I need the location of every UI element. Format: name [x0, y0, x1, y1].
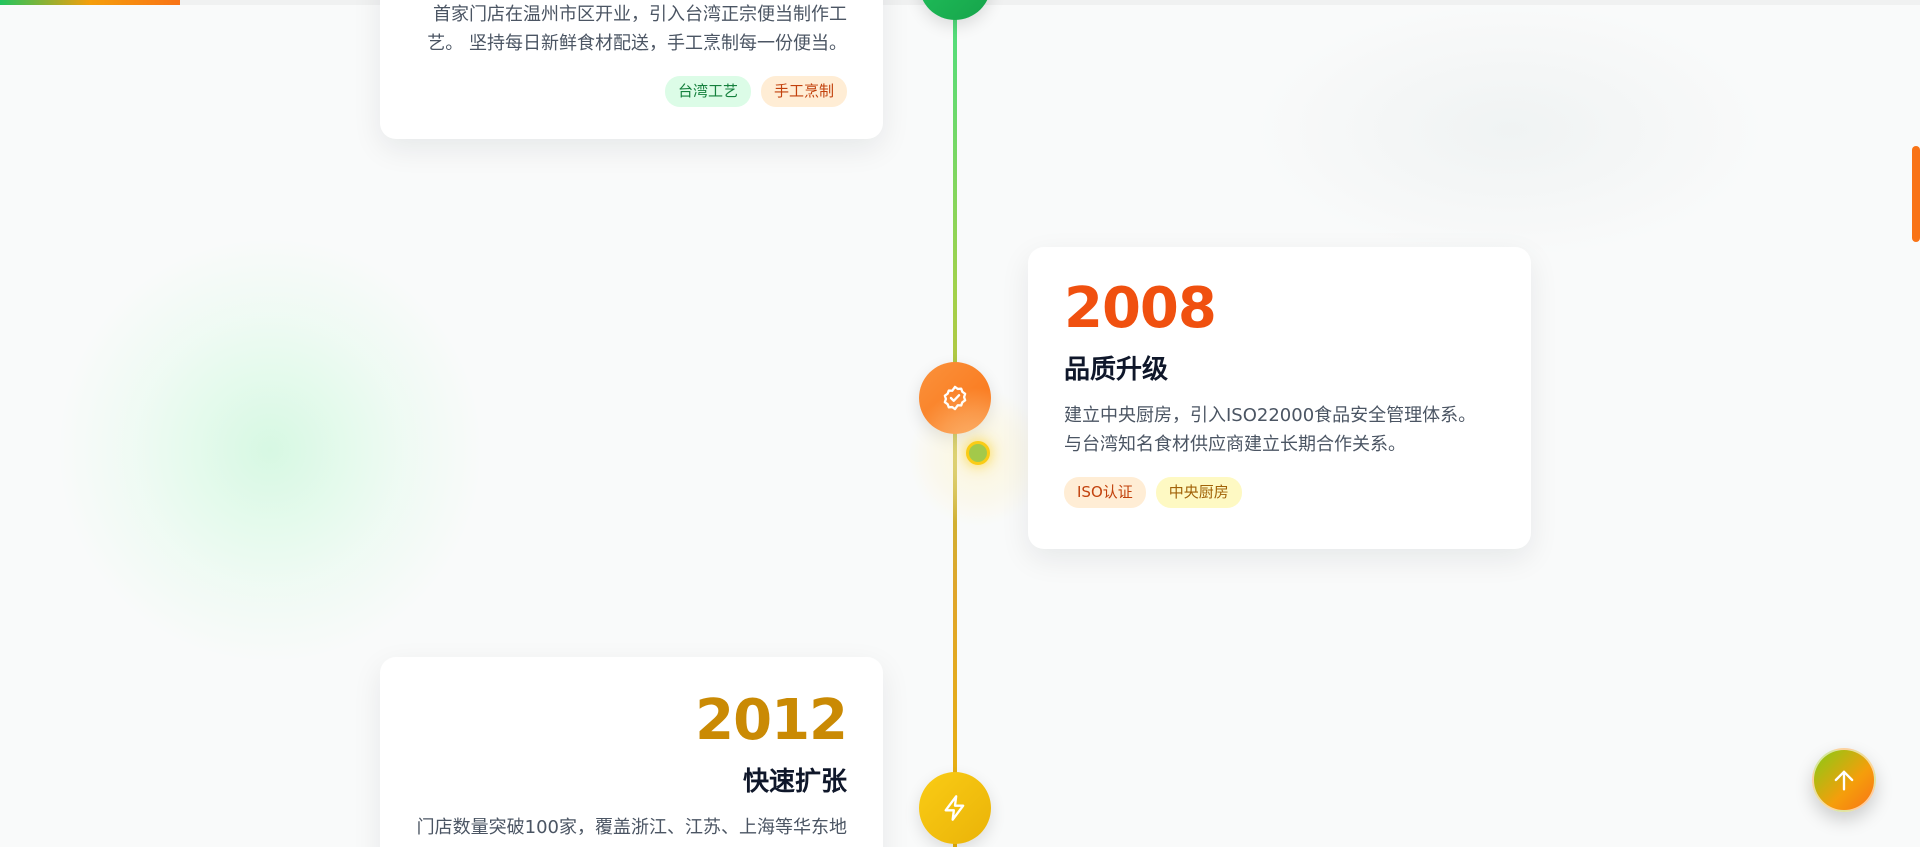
back-to-top-button[interactable]: [1812, 748, 1876, 812]
page: 首家门店在温州市区开业，引入台湾正宗便当制作工艺。 坚持每日新鲜食材配送，手工烹…: [0, 0, 1920, 847]
tag: 手工烹制: [760, 76, 847, 107]
timeline-card-description: 首家门店在温州市区开业，引入台湾正宗便当制作工艺。 坚持每日新鲜食材配送，手工烹…: [427, 4, 847, 54]
lightning-icon: [944, 795, 965, 821]
scrollbar-thumb[interactable]: [1912, 146, 1920, 242]
timeline-card: 2012 快速扩张 门店数量突破100家，覆盖浙江、江苏、上海等华东地: [380, 657, 883, 847]
arrow-up-icon: [1834, 770, 1854, 791]
timeline-node: [919, 772, 991, 844]
timeline-card-title: 快速扩张: [742, 767, 847, 797]
scroll-progress-bar: [0, 0, 181, 5]
tag: 中央厨房: [1155, 477, 1242, 508]
timeline-card-description: 门店数量突破100家，覆盖浙江、江苏、上海等华东地: [416, 817, 847, 838]
tag: ISO认证: [1064, 477, 1146, 508]
tag: 台湾工艺: [664, 76, 751, 107]
background-blob: [1250, 0, 1770, 260]
timeline-card-title: 品质升级: [1064, 355, 1169, 385]
timeline-card: 2008 品质升级 建立中央厨房，引入ISO22000食品安全管理体系。 与台湾…: [1028, 247, 1531, 549]
timeline-progress-dot: [966, 441, 990, 465]
timeline-node: [919, 0, 991, 20]
timeline-card-year: 2012: [695, 688, 848, 753]
background-blob: [60, 240, 480, 660]
timeline-card: 首家门店在温州市区开业，引入台湾正宗便当制作工艺。 坚持每日新鲜食材配送，手工烹…: [380, 0, 883, 139]
timeline-card-year: 2008: [1064, 276, 1217, 341]
timeline-card-description: 建立中央厨房，引入ISO22000食品安全管理体系。 与台湾知名食材供应商建立长…: [1064, 405, 1477, 455]
tag-list: 台湾工艺 手工烹制: [416, 76, 847, 107]
tag-list: ISO认证 中央厨房: [1064, 477, 1495, 508]
